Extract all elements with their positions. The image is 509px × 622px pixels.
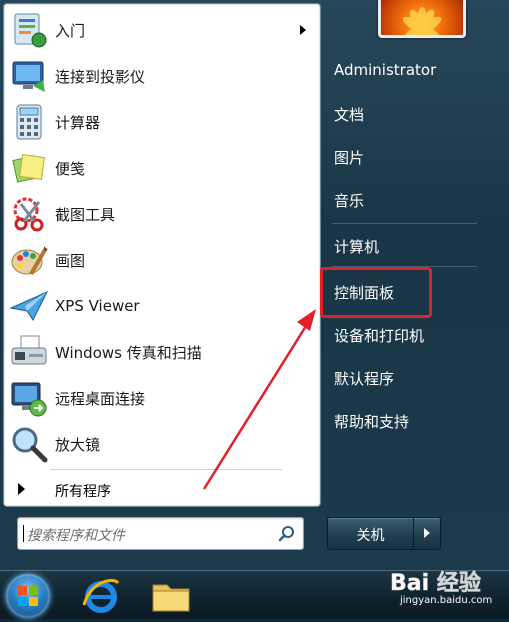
chevron-right-icon — [424, 528, 430, 538]
baidu-jingyan-watermark: Bai 经验 jingyan.baidu.com — [388, 560, 508, 612]
sticky-notes-icon — [9, 148, 49, 188]
highlight-box — [320, 267, 432, 318]
right-item-label: 帮助和支持 — [334, 413, 410, 431]
text-caret — [23, 525, 24, 542]
program-label: 画图 — [55, 251, 86, 270]
calculator-icon — [9, 102, 49, 142]
program-label: 截图工具 — [55, 205, 116, 224]
search-area: 搜索程序和文件 — [3, 506, 319, 566]
search-placeholder: 搜索程序和文件 — [27, 528, 125, 544]
remote-desktop-icon — [9, 378, 49, 418]
search-input[interactable]: 搜索程序和文件 — [17, 517, 304, 550]
program-item-snipping-tool[interactable]: 截图工具 — [4, 191, 320, 237]
magnifier-icon — [9, 424, 49, 464]
user-name-link[interactable]: Administrator — [326, 51, 502, 89]
xps-viewer-icon — [9, 286, 49, 326]
program-item-fax-scan[interactable]: Windows 传真和扫描 — [4, 329, 320, 375]
program-label: 入门 — [55, 21, 86, 40]
projector-icon — [9, 56, 49, 96]
right-item-label: 图片 — [334, 149, 365, 167]
shutdown-options-button[interactable] — [413, 517, 441, 550]
start-button[interactable] — [6, 574, 50, 618]
fax-scan-icon — [9, 332, 49, 372]
program-item-magnifier[interactable]: 放大镜 — [4, 421, 320, 467]
user-name: Administrator — [334, 61, 437, 79]
shutdown-label: 关机 — [356, 528, 385, 544]
program-item-getting-started[interactable]: 入门 — [4, 7, 320, 53]
right-item-label: 设备和打印机 — [334, 327, 425, 345]
internet-explorer-icon[interactable] — [80, 575, 122, 615]
right-item-computer[interactable]: 计算机 — [326, 226, 502, 264]
start-menu: 入门 连接到投影仪 计算器 便笺 截图工具 画图 XPS Viewer Wind… — [0, 0, 509, 570]
windows-logo-icon — [18, 586, 38, 606]
program-list-panel: 入门 连接到投影仪 计算器 便笺 截图工具 画图 XPS Viewer Wind… — [3, 3, 321, 507]
all-programs-label: 所有程序 — [55, 484, 111, 500]
program-list-divider — [50, 469, 282, 470]
watermark-url: jingyan.baidu.com — [400, 595, 493, 606]
program-item-paint[interactable]: 画图 — [4, 237, 320, 283]
search-icon[interactable] — [277, 524, 297, 544]
right-item-label: 文档 — [334, 106, 365, 124]
program-item-sticky-notes[interactable]: 便笺 — [4, 145, 320, 191]
folder-icon[interactable] — [150, 575, 192, 615]
program-item-remote-desktop[interactable]: 远程桌面连接 — [4, 375, 320, 421]
program-item-calculator[interactable]: 计算器 — [4, 99, 320, 145]
right-item-label: 默认程序 — [334, 370, 395, 388]
program-label: 放大镜 — [55, 435, 101, 454]
program-label: 便笺 — [55, 159, 86, 178]
right-item-default-programs[interactable]: 默认程序 — [326, 358, 502, 396]
program-label: 远程桌面连接 — [55, 389, 146, 408]
program-label: Windows 传真和扫描 — [55, 343, 202, 362]
user-picture[interactable] — [378, 0, 466, 38]
getting-started-icon — [9, 10, 49, 50]
program-item-xps-viewer[interactable]: XPS Viewer — [4, 283, 320, 329]
right-item-pictures[interactable]: 图片 — [326, 137, 502, 175]
right-item-music[interactable]: 音乐 — [326, 180, 502, 218]
program-item-projector[interactable]: 连接到投影仪 — [4, 53, 320, 99]
right-item-documents[interactable]: 文档 — [326, 94, 502, 132]
shutdown-button[interactable]: 关机 — [327, 517, 414, 550]
right-item-devices-printers[interactable]: 设备和打印机 — [326, 315, 502, 353]
all-programs-button[interactable]: 所有程序 — [4, 474, 320, 504]
right-item-help-support[interactable]: 帮助和支持 — [326, 401, 502, 439]
play-arrow-icon — [18, 483, 25, 495]
watermark-logo: Bai 经验 — [390, 570, 481, 596]
right-panel-divider — [332, 223, 477, 224]
right-item-label: 计算机 — [334, 238, 380, 256]
snipping-tool-icon — [9, 194, 49, 234]
right-item-label: 音乐 — [334, 192, 365, 210]
program-label: 计算器 — [55, 113, 101, 132]
submenu-arrow-icon — [300, 25, 306, 35]
program-label: 连接到投影仪 — [55, 67, 146, 86]
program-label: XPS Viewer — [55, 297, 140, 315]
paint-icon — [9, 240, 49, 280]
